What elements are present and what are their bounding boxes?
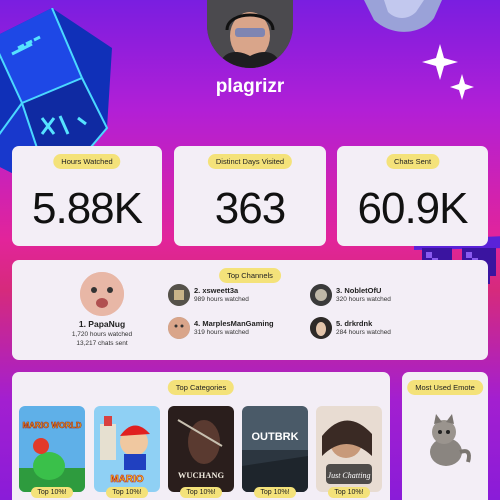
top-channel-2: 2. xsweett3a 989 hours watched [168,284,249,306]
stat-label: Hours Watched [53,154,121,169]
category-just-chatting[interactable]: Just Chatting [316,406,382,492]
super-mario-world-art-icon: MARIO WORLD [19,406,85,492]
top-channel-1-avatar [80,272,124,316]
stat-value: 363 [214,184,286,233]
magic-wand-decoration [364,0,442,32]
top-channels-title: Top Channels [219,268,281,283]
channel-hours: 319 hours watched [194,328,249,336]
category-super-mario-world[interactable]: MARIO WORLD [19,406,85,492]
cat-emote-icon [430,414,471,466]
super-mario-64-art-icon: MARIO [94,406,160,492]
drkrdnk-avatar-icon [310,317,332,339]
channel-name: 2. xsweett3a [194,285,239,295]
stat-label: Chats Sent [385,154,440,169]
category-art-text: MARIO [110,474,144,485]
most-used-emote-card: Most Used Emote [402,372,488,500]
outbreak-art-icon: OUTBRK [242,406,308,492]
stat-label: Distinct Days Visited [207,154,293,169]
top-channel-4: 4. MarplesManGaming 319 hours watched [168,317,274,339]
nobletofu-avatar-icon [310,284,332,306]
most-used-emote-title: Most Used Emote [407,380,483,395]
category-badge: Top 10%! [106,487,148,498]
channel-name: 4. MarplesManGaming [194,318,274,328]
channel-hours: 989 hours watched [194,295,249,303]
papanug-face-icon [80,272,124,316]
username: plagrizr [215,76,285,97]
profile-photo-icon [207,0,293,68]
category-badge: Top 10%! [180,487,222,498]
category-art-text: WUCHANG [178,470,225,480]
channel-avatar [168,284,190,306]
channel-avatar [310,284,332,306]
channel-name: 5. drkrdnk [336,318,373,328]
channel-hours: 284 hours watched [336,328,391,336]
channel-avatar [310,317,332,339]
top-channels-card: Top Channels 1. PapaNug 1,720 hours watc… [12,260,488,360]
profile-avatar [207,0,293,68]
category-art-text: Just Chatting [328,471,371,480]
channel-avatar [168,317,190,339]
top-channel-1-chats: 13,217 chats sent [76,340,128,347]
top-channel-3: 3. NobletOfU 320 hours watched [310,284,391,306]
category-badge: Top 10%! [31,487,73,498]
channel-name: 3. NobletOfU [336,285,382,295]
category-super-mario-64[interactable]: MARIO [94,406,160,492]
category-badge: Top 10%! [328,487,370,498]
category-wuchang[interactable]: WUCHANG [168,406,234,492]
category-outbreak[interactable]: OUTBRK [242,406,308,492]
marplesmangaming-avatar-icon [168,317,190,339]
top-categories-title: Top Categories [167,380,235,395]
top-channel-5: 5. drkrdnk 284 hours watched [310,317,391,339]
wuchang-art-icon: WUCHANG [168,406,234,492]
stat-card-chats-sent: Chats Sent 60.9K [337,146,488,246]
category-art-text: MARIO WORLD [22,421,81,430]
xsweett3a-avatar-icon [168,284,190,306]
top-channel-1-name: 1. PapaNug [78,319,126,329]
top-channel-1-hours: 1,720 hours watched [71,331,133,338]
stat-card-hours-watched: Hours Watched 5.88K [12,146,162,246]
category-art-text: OUTBRK [251,431,298,443]
just-chatting-art-icon: Just Chatting [316,406,382,492]
stat-card-distinct-days: Distinct Days Visited 363 [174,146,326,246]
channel-hours: 320 hours watched [336,295,391,303]
category-badge: Top 10%! [254,487,296,498]
stat-value: 60.9K [357,184,469,233]
stat-value: 5.88K [32,184,143,233]
